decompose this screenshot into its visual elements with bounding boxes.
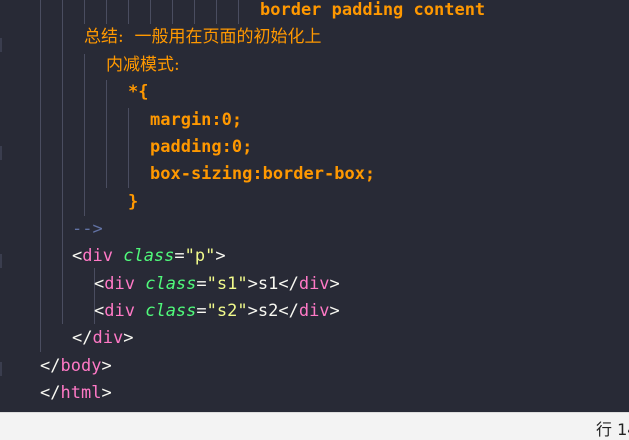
cursor-position[interactable]: 行 14	[596, 416, 629, 440]
tag-bracket: <	[94, 274, 105, 294]
tag-bracket: >	[329, 301, 340, 321]
indent-guide	[128, 108, 129, 188]
tag-bracket: >	[247, 301, 258, 321]
indent-guide	[40, 0, 41, 352]
attr-value: "p"	[184, 246, 216, 266]
tag-bracket: </	[40, 356, 61, 376]
code-line: padding:0;	[150, 137, 253, 157]
tag-bracket: >	[101, 383, 112, 403]
tag-name: div	[82, 246, 113, 266]
attr-value: "s1"	[206, 274, 248, 294]
tag-bracket: <	[94, 301, 105, 321]
code-line: 总结: 一般用在页面的初始化上	[84, 27, 322, 47]
tag-bracket: >	[215, 246, 226, 266]
tag-bracket: >	[123, 328, 134, 348]
code-line: margin:0;	[150, 110, 243, 130]
tag-bracket: >	[247, 274, 258, 294]
tag-bracket: </	[40, 383, 61, 403]
indent-guide	[150, 0, 151, 24]
tag-name: body	[60, 356, 102, 376]
attr-name: class	[123, 246, 175, 266]
indent-guide	[84, 0, 85, 24]
indent-guide	[172, 0, 173, 24]
code-line: </html>	[40, 380, 112, 407]
indent-guide	[62, 0, 63, 324]
tag-bracket: </	[72, 328, 93, 348]
tag-bracket: </	[278, 301, 299, 321]
gutter-marker	[0, 146, 2, 160]
code-line: border padding content	[260, 0, 486, 20]
tag-name: html	[60, 383, 102, 403]
tag-bracket: <	[72, 246, 83, 266]
code-line: <div class="s2">s2</div>	[94, 298, 340, 325]
tag-name: div	[298, 301, 330, 321]
code-editor[interactable]: border padding content 总结: 一般用在页面的初始化上 内…	[0, 0, 629, 412]
code-line: <div class="s1">s1</div>	[94, 271, 340, 298]
tag-name: div	[104, 301, 135, 321]
gutter-marker	[0, 38, 2, 52]
tag-name: div	[298, 274, 330, 294]
line-gutter	[0, 0, 20, 412]
indent-guide	[216, 0, 217, 24]
attr-value: "s2"	[206, 301, 248, 321]
code-line: <div class="p">	[72, 243, 226, 270]
tag-bracket: >	[101, 356, 112, 376]
gutter-marker	[0, 362, 2, 376]
code-line: }	[128, 192, 139, 212]
status-bar: 行 14	[0, 412, 629, 440]
attr-name: class	[145, 274, 197, 294]
code-line: box-sizing:border-box;	[150, 164, 376, 184]
indent-guide	[106, 80, 107, 188]
tag-bracket: </	[278, 274, 299, 294]
tag-name: div	[104, 274, 135, 294]
element-text: s1	[257, 274, 279, 294]
code-line: 内减模式:	[106, 55, 180, 75]
indent-guide	[128, 0, 129, 24]
attr-equals: =	[174, 246, 185, 266]
code-line: *{	[128, 82, 149, 102]
indent-guide	[194, 0, 195, 24]
gutter-marker	[0, 254, 2, 268]
indent-guide	[84, 54, 85, 216]
element-text: s2	[257, 301, 279, 321]
attr-equals: =	[196, 301, 207, 321]
attr-name: class	[145, 301, 197, 321]
tag-name: div	[92, 328, 124, 348]
code-line: </div>	[72, 325, 133, 352]
indent-guide	[238, 0, 239, 24]
tag-bracket: >	[329, 274, 340, 294]
attr-equals: =	[196, 274, 207, 294]
code-line: -->	[72, 219, 103, 239]
indent-guide	[106, 0, 107, 24]
code-line: </body>	[40, 353, 112, 380]
